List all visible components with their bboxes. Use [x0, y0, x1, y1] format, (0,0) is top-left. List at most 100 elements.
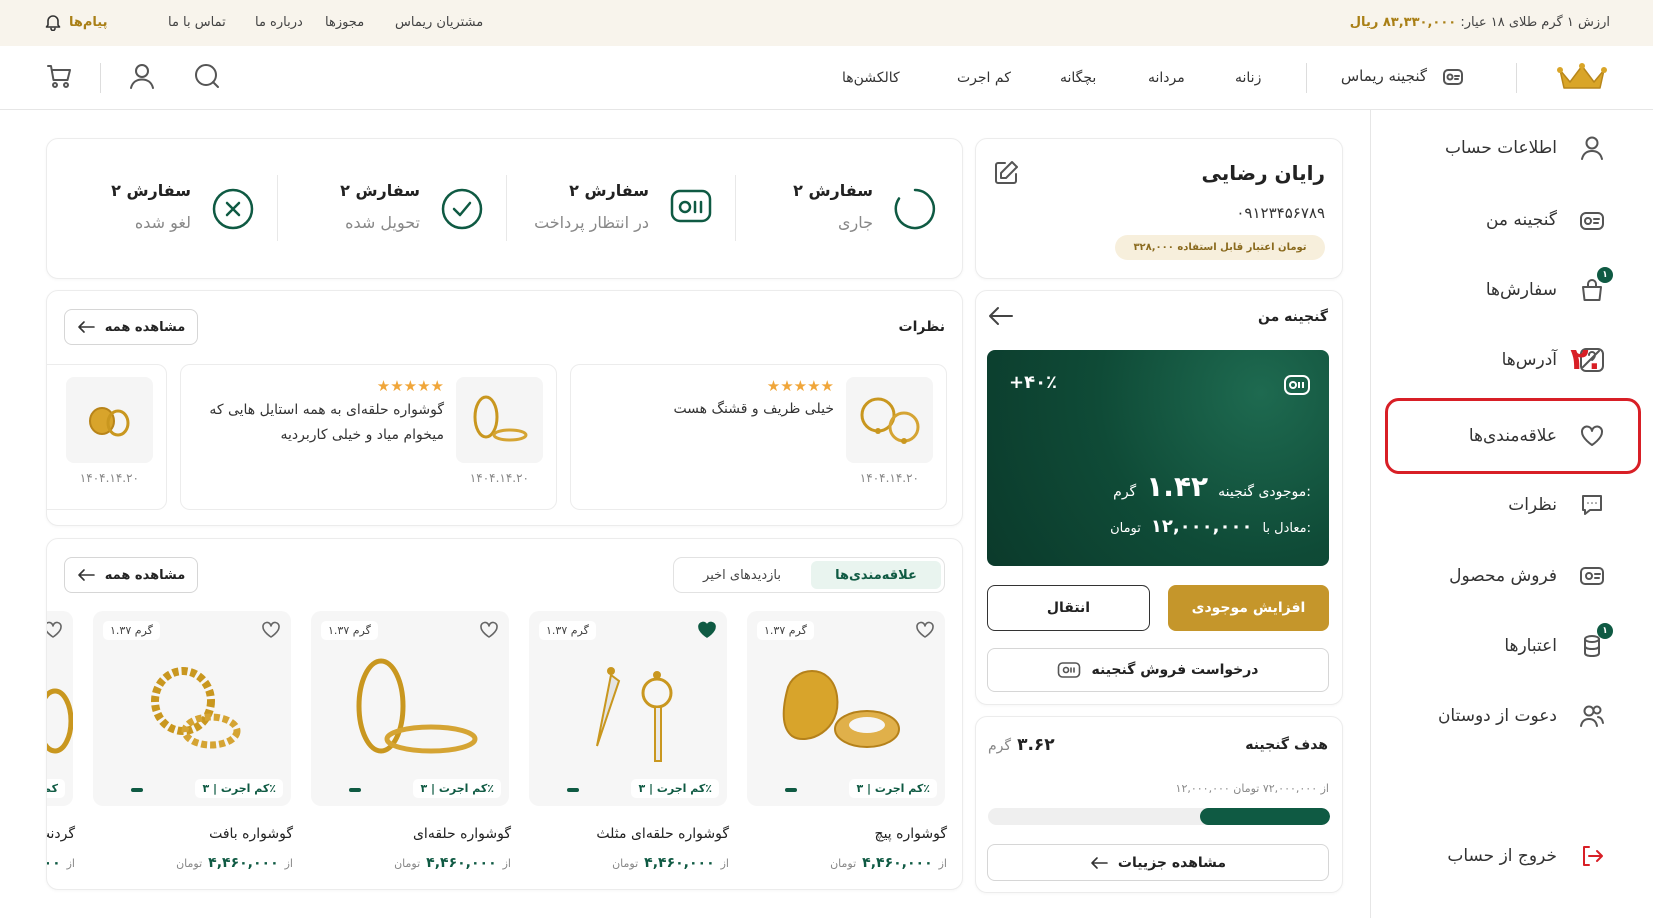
sidebar-item-sell-product[interactable]: فروش محصول	[1375, 556, 1605, 596]
review-item[interactable]: ★★★★★ گوشواره حلقه‌ای به همه استایل هایی…	[180, 364, 557, 510]
order-status-delivered[interactable]: ۲ سفارش تحویل شده	[275, 181, 500, 241]
nav-low-wage[interactable]: کم اجرت	[957, 70, 1011, 86]
sidebar-item-invite-friends[interactable]: دعوت از دوستان	[1375, 696, 1605, 736]
bag-icon-wrap: ۱	[1579, 267, 1613, 303]
treasure-nav-label: گنجینه ریماس	[1340, 67, 1427, 85]
arrow-left-icon	[77, 569, 95, 581]
order-status-cancelled[interactable]: ۲ سفارش لغو شده	[57, 181, 271, 241]
product-image: ۱.۳۷ گرم کم اجرت | ۳٪	[747, 611, 945, 806]
order-status-current[interactable]: ۲ سفارش جاری	[733, 181, 953, 241]
product-price: ۴,۴۶۰,۰۰۰	[862, 855, 933, 871]
review-date: ۱۴۰۴.۱۴.۲۰	[79, 471, 139, 485]
top-info-bar: ارزش ۱ گرم طلای ۱۸ عیار: ۸۳,۳۳۰,۰۰۰ ریال…	[0, 0, 1653, 46]
transfer-button[interactable]: انتقال	[987, 585, 1150, 631]
sidebar-item-credits[interactable]: ۱ اعتبارها	[1375, 623, 1613, 666]
favorites-card: علاقه‌مندی‌ها بازدیدهای اخیر مشاهده همه …	[46, 538, 963, 890]
goal-progress-fill	[1200, 808, 1330, 825]
details-label: مشاهده جزییات	[1117, 854, 1227, 871]
low-wage-tag: کم اجرت | ۳٪	[631, 779, 719, 798]
reviews-see-all-button[interactable]: مشاهده همه	[64, 309, 198, 345]
treasure-balance-row: موجودی گنجینه: ۱.۴۲ گرم	[1113, 470, 1311, 503]
nav-collections[interactable]: کالکشن‌ها	[842, 70, 900, 86]
tab-favorites[interactable]: علاقه‌مندی‌ها	[811, 561, 941, 589]
sidebar-item-label: اطلاعات حساب	[1445, 138, 1557, 158]
logout-button[interactable]: خروج از حساب	[1375, 836, 1605, 876]
price-from: از	[502, 857, 511, 870]
nav-men[interactable]: مردانه	[1148, 70, 1185, 86]
price-currency: تومان	[830, 857, 857, 870]
search-icon[interactable]	[193, 62, 221, 90]
back-arrow-icon[interactable]	[988, 305, 1014, 327]
sidebar-item-label: سفارش‌ها	[1485, 280, 1557, 300]
heart-icon[interactable]	[261, 621, 281, 639]
product-card[interactable]: ۱.۳۷ گرم کم اجرت | ۳٪ گوشواره حلقه‌ای از…	[311, 611, 511, 881]
heart-icon[interactable]	[46, 621, 63, 639]
link-about[interactable]: درباره ما	[255, 15, 303, 30]
edit-profile-icon[interactable]	[992, 159, 1020, 187]
product-card[interactable]: ۱.۳۷ گرم کم اجرت | ۳٪ گوشواره بافت از ۴,…	[93, 611, 293, 881]
sidebar-item-label: گنجینه من	[1485, 210, 1557, 230]
equiv-label: معادل با:	[1262, 521, 1311, 536]
heart-filled-icon[interactable]	[697, 621, 717, 639]
credit-badge: ۳۲۸,۰۰۰ تومان اعتبار قابل استفاده	[1115, 235, 1325, 260]
goal-value: ۳.۶۲	[1017, 735, 1055, 755]
goal-title: هدف گنجینه	[1245, 737, 1328, 753]
tab-recent-views[interactable]: بازدیدهای اخیر	[677, 561, 807, 589]
product-image: ۱.۳۷ گرم کم اجرت | ۳٪	[311, 611, 509, 806]
user-icon	[1581, 136, 1603, 160]
order-status-label: لغو شده	[134, 213, 191, 232]
treasure-nav-link[interactable]: گنجینه ریماس	[1341, 64, 1465, 88]
product-price: ۴,۴۶۰,۰۰۰	[644, 855, 715, 871]
orders-badge: ۱	[1597, 267, 1613, 283]
review-item[interactable]: ۱۴۰۴.۱۴.۲۰	[47, 364, 167, 510]
logout-label: خروج از حساب	[1447, 846, 1557, 866]
sidebar-item-my-treasure[interactable]: گنجینه من	[1375, 200, 1605, 240]
order-status-pending-payment[interactable]: ۲ سفارش در انتظار پرداخت	[504, 181, 729, 241]
gold-price: ارزش ۱ گرم طلای ۱۸ عیار: ۸۳,۳۳۰,۰۰۰ ریال	[1350, 15, 1610, 30]
nav-kids[interactable]: بچگانه	[1060, 70, 1096, 86]
my-treasure-card: گنجینه من +۴۰٪ موجودی گنجینه: ۱.۴۲ گرم م…	[975, 290, 1343, 705]
divider	[1306, 63, 1307, 93]
friends-icon	[1580, 705, 1604, 727]
sell-icon	[1580, 567, 1604, 585]
goal-details-button[interactable]: مشاهده جزییات	[987, 844, 1329, 881]
treasure-icon	[1284, 375, 1310, 395]
cart-icon[interactable]	[45, 62, 73, 90]
review-product-image	[846, 377, 933, 463]
sidebar-item-orders[interactable]: ۱ سفارش‌ها	[1375, 267, 1613, 310]
sidebar-item-favorites[interactable]: علاقه‌مندی‌ها	[1375, 416, 1605, 456]
favorites-see-all-button[interactable]: مشاهده همه	[64, 557, 198, 593]
arrow-left-icon	[77, 321, 95, 333]
sidebar-item-label: اعتبارها	[1504, 636, 1557, 656]
sell-treasure-request-button[interactable]: درخواست فروش گنجینه	[987, 648, 1329, 692]
review-item[interactable]: ★★★★★ خیلی ظریف و قشنگ هست ۱۴۰۴.۱۴.۲۰	[570, 364, 947, 510]
equiv-value: ۱۲,۰۰۰,۰۰۰	[1150, 516, 1253, 537]
link-licenses[interactable]: مجوزها	[325, 15, 364, 30]
product-card[interactable]: ۱.۳۷ گرم کم اجرت | ۳٪ گوشواره حلقه‌ای مث…	[529, 611, 729, 881]
logo-crown-icon[interactable]	[1556, 62, 1608, 92]
link-contact[interactable]: تماس با ما	[168, 15, 226, 30]
reviews-card: نظرات مشاهده همه ★★★★★ خیلی ظریف و قشنگ …	[46, 290, 963, 526]
order-count: ۲ سفارش	[111, 181, 191, 200]
product-name: گوشواره بافت	[209, 826, 293, 842]
balance-unit: گرم	[1113, 484, 1137, 500]
sidebar-item-label: نظرات	[1508, 495, 1557, 515]
heart-icon	[1581, 425, 1603, 446]
heart-icon[interactable]	[479, 621, 499, 639]
link-customers[interactable]: مشتریان ریماس	[395, 15, 483, 30]
messages-link[interactable]: پیام‌ها	[45, 13, 108, 31]
review-date: ۱۴۰۴.۱۴.۲۰	[859, 471, 919, 485]
balance-label: موجودی گنجینه:	[1218, 484, 1311, 500]
treasure-equiv-row: معادل با: ۱۲,۰۰۰,۰۰۰ تومان	[1110, 516, 1311, 537]
sidebar-item-account-info[interactable]: اطلاعات حساب	[1375, 128, 1605, 168]
increase-balance-button[interactable]: افزایش موجودی	[1168, 585, 1329, 631]
product-card[interactable]: کم گردنب از ۰۰	[46, 611, 75, 881]
heart-icon[interactable]	[915, 621, 935, 639]
sidebar-item-reviews[interactable]: نظرات	[1375, 485, 1605, 525]
order-count: ۲ سفارش	[569, 181, 649, 200]
nav-women[interactable]: زنانه	[1235, 70, 1261, 86]
product-card[interactable]: ۱.۳۷ گرم کم اجرت | ۳٪ گوشواره پیچ از ۴,۴…	[747, 611, 947, 881]
user-icon[interactable]	[128, 62, 156, 90]
product-price: ۰۰	[47, 855, 61, 871]
price-currency: تومان	[176, 857, 203, 870]
